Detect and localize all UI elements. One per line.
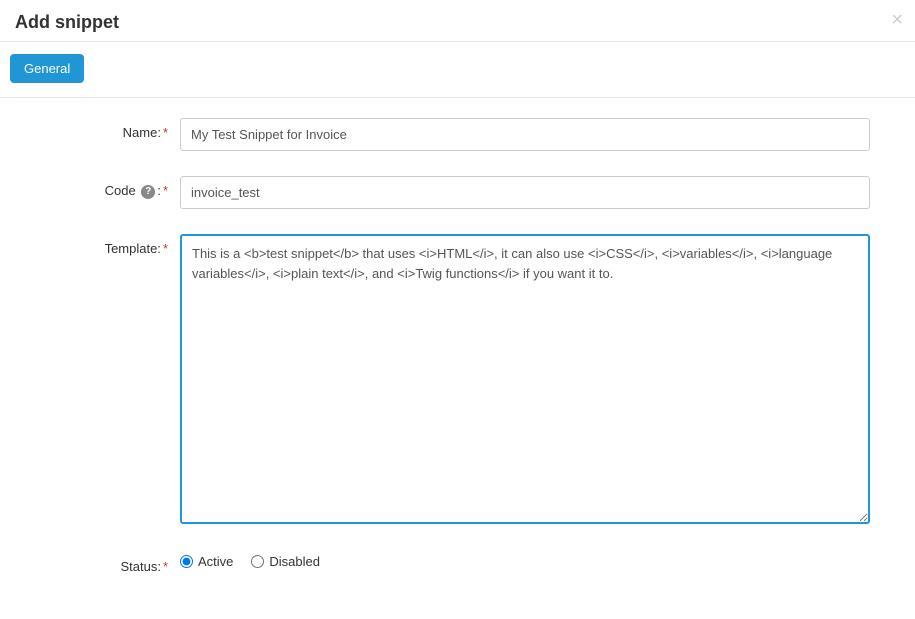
code-label: Code ?:* — [10, 176, 180, 199]
modal-title: Add snippet — [15, 12, 900, 33]
name-input[interactable] — [180, 118, 870, 151]
template-label: Template:* — [10, 234, 180, 256]
status-active-label: Active — [198, 554, 233, 569]
status-label: Status:* — [10, 552, 180, 574]
name-label: Name:* — [10, 118, 180, 140]
status-disabled-option[interactable]: Disabled — [251, 554, 320, 569]
required-indicator: * — [163, 125, 168, 140]
status-active-option[interactable]: Active — [180, 554, 233, 569]
status-disabled-label: Disabled — [269, 554, 320, 569]
code-input[interactable] — [180, 176, 870, 209]
status-radio-group: Active Disabled — [180, 552, 870, 569]
add-snippet-modal: Add snippet × General Name:* Code ?:* — [0, 0, 915, 619]
required-indicator: * — [163, 559, 168, 574]
required-indicator: * — [163, 241, 168, 256]
status-active-radio[interactable] — [180, 555, 193, 568]
status-disabled-radio[interactable] — [251, 555, 264, 568]
row-code: Code ?:* — [10, 176, 870, 209]
row-status: Status:* Active Disabled — [10, 552, 870, 574]
row-name: Name:* — [10, 118, 870, 151]
close-icon[interactable]: × — [891, 10, 903, 30]
modal-header: Add snippet × — [0, 0, 915, 42]
tab-bar: General — [0, 42, 915, 98]
form: Name:* Code ?:* Template:* — [0, 98, 915, 619]
row-template: Template:* — [10, 234, 870, 527]
template-textarea[interactable] — [180, 234, 870, 524]
required-indicator: * — [163, 183, 168, 198]
tab-general[interactable]: General — [10, 54, 84, 83]
help-icon[interactable]: ? — [141, 185, 155, 199]
